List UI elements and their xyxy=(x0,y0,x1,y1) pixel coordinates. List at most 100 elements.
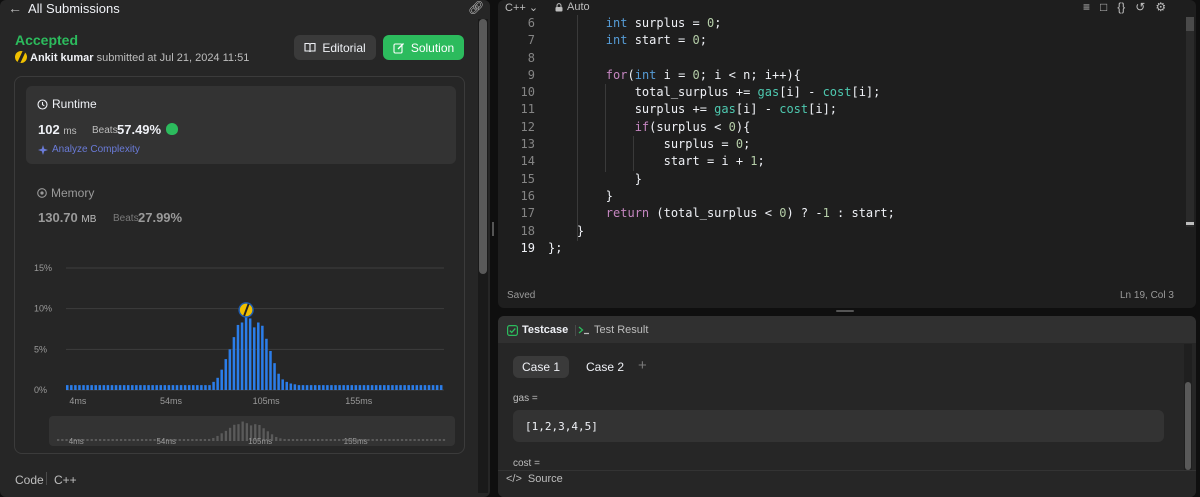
memory-title[interactable]: Memory xyxy=(37,186,94,200)
reset-icon[interactable]: ↺ xyxy=(1135,0,1145,14)
chart-bar[interactable] xyxy=(86,385,89,390)
chart-bar[interactable] xyxy=(131,385,134,390)
chart-bar[interactable] xyxy=(155,385,158,390)
code-line[interactable]: 11 surplus += gas[i] - cost[i]; xyxy=(498,101,1188,118)
chart-bar[interactable] xyxy=(70,385,73,390)
chart-bar[interactable] xyxy=(163,385,167,390)
chart-bar[interactable] xyxy=(240,322,244,390)
chart-bar[interactable] xyxy=(192,385,195,390)
link-icon[interactable]: 🔗︎ xyxy=(468,0,485,16)
solution-button[interactable]: Solution xyxy=(383,35,464,60)
editorial-button[interactable]: Editorial xyxy=(294,35,376,60)
tab-testcase[interactable]: Testcase xyxy=(507,324,568,336)
chart-bar[interactable] xyxy=(285,381,289,390)
chart-bar[interactable] xyxy=(354,385,358,390)
code-line[interactable]: 17 return (total_surplus < 0) ? -1 : sta… xyxy=(498,205,1188,222)
auto-mode-toggle[interactable]: Auto xyxy=(555,1,590,13)
chart-bar[interactable] xyxy=(171,385,175,390)
chart-bar[interactable] xyxy=(208,385,211,390)
chart-bar[interactable] xyxy=(147,385,150,390)
code-line[interactable]: 9 for(int i = 0; i < n; i++){ xyxy=(498,67,1188,84)
language-select[interactable]: C++ ⌄ xyxy=(505,1,538,14)
analyze-complexity-link[interactable]: Analyze Complexity xyxy=(38,144,140,155)
chart-bar[interactable] xyxy=(281,379,284,390)
chart-bar[interactable] xyxy=(293,384,297,390)
testcase-scrollbar[interactable] xyxy=(1184,344,1192,474)
gas-input[interactable] xyxy=(513,410,1164,442)
code-line[interactable]: 12 if(surplus < 0){ xyxy=(498,119,1188,136)
chart-bar[interactable] xyxy=(370,385,374,390)
chart-bar[interactable] xyxy=(196,385,199,390)
chart-bar[interactable] xyxy=(395,385,398,390)
chart-bar[interactable] xyxy=(98,385,102,390)
left-scrollbar-thumb[interactable] xyxy=(479,19,487,274)
chart-bar[interactable] xyxy=(114,385,118,390)
bookmark-icon[interactable]: □ xyxy=(1100,0,1107,14)
chart-bar[interactable] xyxy=(378,385,382,390)
editor-scrollbar-thumb[interactable] xyxy=(1186,17,1194,31)
chart-bar[interactable] xyxy=(200,385,203,390)
chart-bar[interactable] xyxy=(305,385,309,390)
chart-bar[interactable] xyxy=(309,385,313,390)
chart-bar[interactable] xyxy=(399,385,402,390)
chart-bar[interactable] xyxy=(407,385,410,390)
case-2-tab[interactable]: Case 2 xyxy=(577,356,633,378)
chart-bar[interactable] xyxy=(423,385,427,390)
chart-bar[interactable] xyxy=(143,385,146,390)
chart-bar[interactable] xyxy=(236,324,240,390)
chart-bar[interactable] xyxy=(257,322,260,390)
chart-bar[interactable] xyxy=(435,385,439,390)
chart-bar[interactable] xyxy=(159,385,163,390)
chart-bar[interactable] xyxy=(118,385,122,390)
chart-bar[interactable] xyxy=(297,385,301,390)
chart-bar[interactable] xyxy=(289,383,293,390)
chart-bar[interactable] xyxy=(248,318,252,390)
chart-bar[interactable] xyxy=(139,385,142,390)
code-line[interactable]: 14 start = i + 1; xyxy=(498,153,1188,170)
chart-bar[interactable] xyxy=(224,359,228,390)
chart-bar[interactable] xyxy=(383,385,386,390)
chart-bar[interactable] xyxy=(431,385,435,390)
chart-bar[interactable] xyxy=(350,385,354,390)
chart-bar[interactable] xyxy=(183,385,187,390)
chart-bar[interactable] xyxy=(261,325,264,390)
chart-bar[interactable] xyxy=(273,363,276,390)
format-icon[interactable]: ≡ xyxy=(1083,0,1090,14)
case-1-tab[interactable]: Case 1 xyxy=(513,356,569,378)
chart-bar[interactable] xyxy=(318,385,321,390)
code-line[interactable]: 10 total_surplus += gas[i] - cost[i]; xyxy=(498,84,1188,101)
chart-bar[interactable] xyxy=(265,338,268,390)
chart-bar[interactable] xyxy=(216,377,219,390)
chart-bar[interactable] xyxy=(151,385,154,390)
chart-bar[interactable] xyxy=(366,385,370,390)
chart-bar[interactable] xyxy=(74,385,77,390)
chart-bar[interactable] xyxy=(362,385,366,390)
tab-test-result[interactable]: Test Result xyxy=(578,324,648,336)
chart-bar[interactable] xyxy=(187,385,191,390)
code-line[interactable]: 8 xyxy=(498,50,1188,67)
chart-bar[interactable] xyxy=(228,349,232,390)
chart-bar[interactable] xyxy=(204,385,207,390)
chart-bar[interactable] xyxy=(78,385,81,390)
chart-bar[interactable] xyxy=(358,385,362,390)
code-line[interactable]: 7 int start = 0; xyxy=(498,32,1188,49)
left-scrollbar[interactable] xyxy=(478,19,488,493)
source-toggle[interactable]: </> Source xyxy=(506,473,563,485)
chart-bar[interactable] xyxy=(334,385,337,390)
settings-icon[interactable]: ⚙ xyxy=(1155,0,1166,14)
chart-bar[interactable] xyxy=(106,385,110,390)
vertical-resize-handle[interactable] xyxy=(492,222,494,236)
editor-scrollbar[interactable] xyxy=(1186,17,1194,227)
chart-bar[interactable] xyxy=(322,385,325,390)
chart-bar[interactable] xyxy=(403,385,406,390)
chart-bar[interactable] xyxy=(244,311,248,390)
avatar[interactable] xyxy=(15,51,27,63)
chart-bar[interactable] xyxy=(419,385,423,390)
chart-bar[interactable] xyxy=(102,385,106,390)
runtime-distribution-chart[interactable]: 15% 10% 5% 0% 4ms 54ms 105ms 155ms xyxy=(26,255,456,410)
chart-bar[interactable] xyxy=(326,385,329,390)
code-line[interactable]: 19}; xyxy=(498,240,1188,257)
code-line[interactable]: 16 } xyxy=(498,188,1188,205)
chart-bar[interactable] xyxy=(175,385,179,390)
chart-bar[interactable] xyxy=(66,385,69,390)
